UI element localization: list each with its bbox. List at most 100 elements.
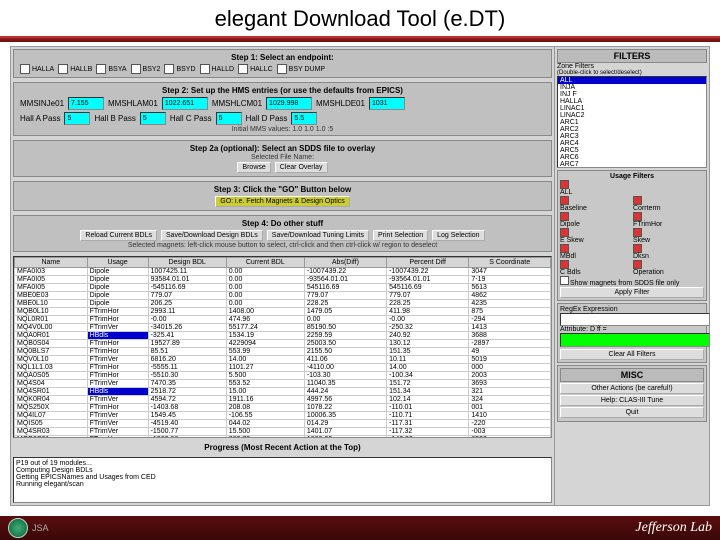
table-row[interactable]: MQA0R01HBdls-325.411534.192259.59240.923… [15,332,551,340]
endpoint-BSYD[interactable]: BSYD [164,64,195,74]
table-row[interactable]: MQA0S05FTrimHor-5510.305.500-103.30-100.… [15,372,551,380]
zone-item[interactable]: ARC3 [558,133,706,140]
table-row[interactable]: MQB0S04FTrimHor19527.89422909425003.5013… [15,340,551,348]
passC-label: Hall C Pass [170,114,212,123]
zone-item[interactable]: ARC4 [558,140,706,147]
step4-btn[interactable]: Reload Current BDLs [80,230,157,241]
endpoint-BSY2[interactable]: BSY2 [131,64,161,74]
usage-item[interactable]: Dipole [560,212,631,228]
zone-item[interactable]: ALL [558,77,706,84]
usage-item[interactable]: E Skew [560,228,631,244]
zone-item[interactable]: ARC6 [558,154,706,161]
apply-filter-button[interactable]: Apply Filter [560,287,704,298]
table-row[interactable]: MBE0L10Dipole206.250.00228.25228.254235 [15,300,551,308]
table-row[interactable]: MQB0L10FTrimHor2993.111408.001479.05411.… [15,308,551,316]
col-header[interactable]: S Coordinate [469,258,551,268]
table-row[interactable]: NQL0R01FTrimHor-0.00474.960.00-0.00-294 [15,316,551,324]
passA-input[interactable] [64,112,90,125]
usage-show-sdds[interactable]: Show magnets from SDDS file only [570,280,679,287]
passC-input[interactable] [216,112,242,125]
step2-sub: Initial MMS values: 1.0 1.0 1.0 :5 [16,126,549,133]
col-header[interactable]: Current BDL [226,258,304,268]
clear-filters-button[interactable]: Clear All Filters [560,349,704,360]
usage-item[interactable]: Corrterm [633,196,704,212]
step3: Step 3: Click the "GO" Button below GO: … [13,181,552,211]
momB-input[interactable] [162,97,208,110]
other-actions-button[interactable]: Other Actions (be careful!) [560,383,704,394]
usage-item[interactable]: Operation [633,260,704,276]
step4-btn[interactable]: Print Selection [373,230,428,241]
usage-item[interactable]: FTrimHor [633,212,704,228]
zone-item[interactable]: ARC7 [558,161,706,168]
table-row[interactable]: MQS250XFTrimHor-1403.68208.081078.22-110… [15,404,551,412]
table-row[interactable]: MFA0I03Dipole1007425.110.00-1007439.22-1… [15,268,551,276]
clear-overlay-button[interactable]: Clear Overlay [275,162,328,173]
zone-item[interactable]: LINAC1 [558,105,706,112]
usage-item[interactable]: C Bdls [560,260,631,276]
table-row[interactable]: MQ4S04FTrimVer7470.35553.5211040.35151.7… [15,380,551,388]
usage-item[interactable]: Baseline [560,196,631,212]
col-header[interactable]: Abs(Diff) [304,258,386,268]
endpoint-HALLC[interactable]: HALLC [238,64,273,74]
quit-button[interactable]: Quit [560,407,704,418]
col-header[interactable]: Name [15,258,88,268]
help-button[interactable]: Help: CLAS-III Tune [560,395,704,406]
step4-btn[interactable]: Save/Download Tuning Limits [267,230,369,241]
zone-item[interactable]: ARC1 [558,119,706,126]
zone-item[interactable]: HALLA [558,98,706,105]
endpoint-BSY DUMP[interactable]: BSY DUMP [277,64,325,74]
step4-btn[interactable]: Log Selection [432,230,484,241]
momD-input[interactable] [369,97,405,110]
magnet-table[interactable]: NameUsageDesign BDLCurrent BDLAbs(Diff)P… [13,256,552,438]
usage-all[interactable]: ALL [560,189,572,196]
progress-log: P19 out of 19 modules...Computing Design… [13,457,552,503]
zone-item[interactable]: INJA [558,84,706,91]
zone-item[interactable]: INJ F [558,91,706,98]
main-panel: Step 1: Select an endpoint: HALLAHALLBBS… [11,47,555,505]
regex-input[interactable] [560,313,710,326]
col-header[interactable]: Usage [87,258,148,268]
filters-heading: FILTERS [557,49,707,63]
attr-input[interactable] [560,333,710,347]
table-row[interactable]: MQ4SR01HBdls2518.7215.00444.24151.34321 [15,388,551,396]
table-row[interactable]: MQK0R04FTrimVer4594.721911.164997.56102.… [15,396,551,404]
momC-input[interactable] [266,97,312,110]
usage-heading: Usage Filters [560,173,704,180]
passD-input[interactable] [291,112,317,125]
endpoint-HALLA[interactable]: HALLA [20,64,54,74]
table-row[interactable]: MQ4SR03FTrimVer-1500.7715.5001401.07-117… [15,428,551,436]
zone-listbox[interactable]: ALLINJAINJ FHALLALINAC1LINAC2ARC1ARC2ARC… [557,76,707,168]
table-row[interactable]: MQIS05FTrimVer-4519.40044.02014.29-117.3… [15,420,551,428]
table-row[interactable]: MQV0L10FTrimVer6816.2014.00411.0610.1150… [15,356,551,364]
go-button[interactable]: GO: i.e. Fetch Magnets & Design Optics [215,196,350,207]
table-row[interactable]: MQB0S01FTrimHor-1262.66262.701800.00-143… [15,436,551,439]
zone-item[interactable]: ARC5 [558,147,706,154]
table-row[interactable]: MQ4IL07FTrimVer1549.45-106.5510006.35-11… [15,412,551,420]
browse-button[interactable]: Browse [237,162,270,173]
col-header[interactable]: Design BDL [148,258,226,268]
passB-input[interactable] [140,112,166,125]
step4-sub: Selected magnets: left-click mouse butto… [16,242,549,249]
momA-input[interactable] [68,97,104,110]
step2-heading: Step 2: Set up the HMS entries (or use t… [16,85,549,96]
endpoint-HALLD[interactable]: HALLD [200,64,235,74]
table-row[interactable]: NQL1L1.03FTrimHor-5555.111101.27-4110.00… [15,364,551,372]
step4-btn[interactable]: Save/Download Design BDLs [161,230,263,241]
usage-item[interactable]: Skew [633,228,704,244]
usage-item[interactable]: Dksn [633,244,704,260]
jlab-logo: Jefferson Lab [635,520,712,536]
step1: Step 1: Select an endpoint: HALLAHALLBBS… [13,49,552,78]
step4: Step 4: Do other stuff Reload Current BD… [13,215,552,252]
table-row[interactable]: MBE0E03Dipole779.070.00779.07779.074862 [15,292,551,300]
table-row[interactable]: MQ4V0L00FTrimVer-34015.2655177.2485190.5… [15,324,551,332]
endpoint-BSYA[interactable]: BSYA [96,64,126,74]
usage-item[interactable]: MBdl [560,244,631,260]
col-header[interactable]: Percent Diff [387,258,469,268]
table-row[interactable]: MQ0BLS7FTrimHor85.51553.992155.50151.354… [15,348,551,356]
zone-item[interactable]: ARC2 [558,126,706,133]
endpoint-HALLB[interactable]: HALLB [58,64,92,74]
passB-label: Hall B Pass [94,114,135,123]
table-row[interactable]: MFA0I05Dipole-545116.690.00545116.695451… [15,284,551,292]
table-row[interactable]: MFA0I05Dipole93584.01.010.00-93564.01.01… [15,276,551,284]
zone-item[interactable]: LINAC2 [558,112,706,119]
